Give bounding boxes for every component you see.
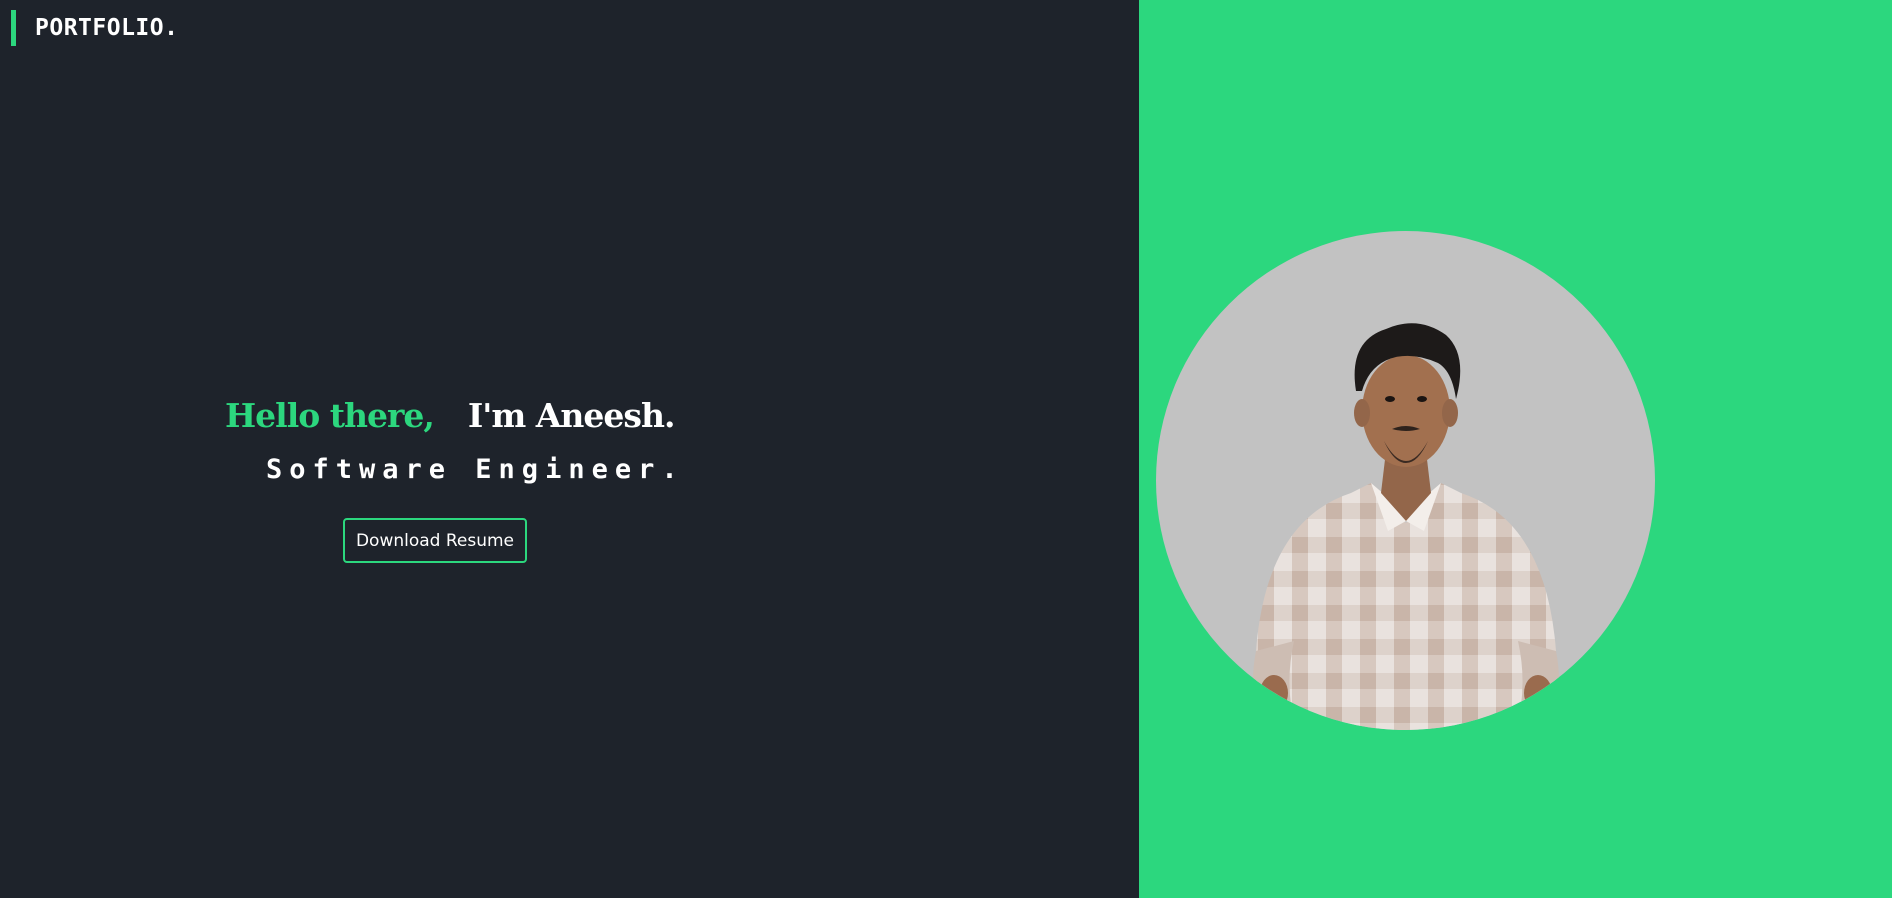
download-resume-button[interactable]: Download Resume <box>343 518 527 563</box>
intro-panel: PORTFOLIO. Hello there, I'm Aneesh. Softw… <box>0 0 1139 898</box>
profile-photo <box>1156 231 1655 730</box>
role-title: Software Engineer. <box>266 454 685 485</box>
logo-text: PORTFOLIO. <box>35 15 179 41</box>
greeting-highlight: Hello there, <box>225 396 435 435</box>
hero-section: Hello there, I'm Aneesh. Software Enginee… <box>0 396 920 576</box>
greeting-name: I'm Aneesh. <box>467 396 676 435</box>
greeting-heading: Hello there, I'm Aneesh. <box>225 396 676 435</box>
person-portrait-icon <box>1252 323 1560 730</box>
logo[interactable]: PORTFOLIO. <box>11 10 178 46</box>
